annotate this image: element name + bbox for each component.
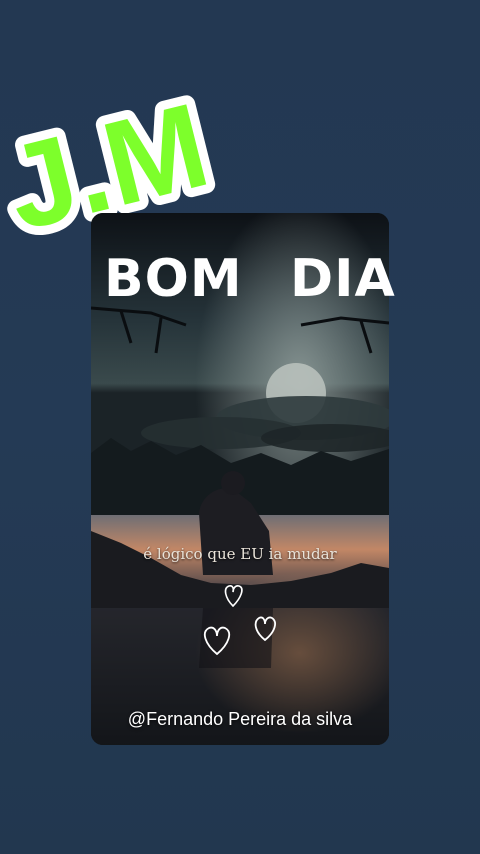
heart-icon: [224, 585, 243, 608]
hearts-group: [203, 585, 276, 656]
heart-icon: [254, 616, 276, 642]
caption-text: é lógico que EU ia mudar: [143, 545, 337, 563]
greeting-title: BOM DIA: [0, 245, 480, 315]
author-handle: @Fernando Pereira da silva: [127, 709, 353, 729]
title-word-bom: BOM: [104, 249, 243, 309]
heart-icon: [203, 626, 231, 656]
title-word-dia: DIA: [290, 249, 396, 309]
